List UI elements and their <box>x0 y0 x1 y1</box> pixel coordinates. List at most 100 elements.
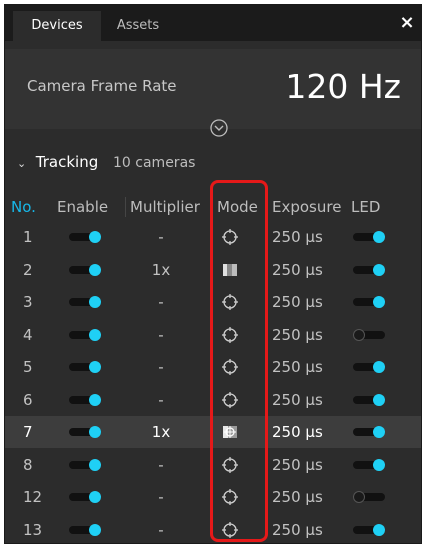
tracking-camera-count: 10 cameras <box>113 155 196 171</box>
mode-cell[interactable] <box>220 384 240 416</box>
tab-devices[interactable]: Devices <box>13 11 101 41</box>
enable-toggle[interactable] <box>69 296 101 308</box>
column-header-no[interactable]: No. <box>11 195 36 219</box>
toggle-knob <box>89 491 101 503</box>
enable-toggle[interactable] <box>69 393 101 406</box>
toggle-knob <box>89 426 101 438</box>
crosshair-icon[interactable] <box>221 358 239 376</box>
mode-cell[interactable] <box>220 449 240 481</box>
multiplier-value[interactable]: - <box>135 351 187 383</box>
crosshair-icon[interactable] <box>221 293 239 311</box>
exposure-value[interactable]: 250 µs <box>272 416 323 448</box>
multiplier-value[interactable]: 1x <box>135 254 187 286</box>
object-mode-icon[interactable] <box>221 423 239 441</box>
enable-toggle[interactable] <box>69 361 101 373</box>
camera-number: 3 <box>23 293 33 311</box>
toggle-knob <box>89 296 101 308</box>
chevron-down-icon[interactable]: ⌄ <box>17 153 31 175</box>
column-header-mode[interactable]: Mode <box>217 195 258 219</box>
column-header-exposure[interactable]: Exposure <box>272 195 341 219</box>
mode-cell[interactable] <box>220 286 240 318</box>
led-toggle[interactable] <box>353 458 385 471</box>
led-toggle[interactable] <box>353 426 385 438</box>
camera-row[interactable]: 4 - 250 µs <box>5 319 421 351</box>
multiplier-value[interactable]: - <box>135 449 187 481</box>
exposure-value[interactable]: 250 µs <box>272 221 323 253</box>
enable-toggle[interactable] <box>69 491 101 503</box>
camera-row[interactable]: 1 - 250 µs <box>5 221 421 253</box>
toggle-knob <box>89 393 101 406</box>
enable-toggle[interactable] <box>69 231 101 243</box>
led-toggle[interactable] <box>353 263 385 276</box>
led-toggle[interactable] <box>353 361 385 373</box>
mode-cell[interactable] <box>220 221 240 253</box>
exposure-value[interactable]: 250 µs <box>272 449 323 481</box>
multiplier-value[interactable]: - <box>135 481 187 513</box>
camera-row[interactable]: 7 1x 250 µs <box>5 416 421 448</box>
mode-cell[interactable] <box>220 319 240 351</box>
crosshair-icon[interactable] <box>221 456 239 474</box>
enable-toggle[interactable] <box>69 263 101 276</box>
toggle-knob <box>373 361 385 373</box>
exposure-value[interactable]: 250 µs <box>272 384 323 416</box>
tracking-label: Tracking <box>35 153 99 171</box>
expand-chevron-icon[interactable] <box>209 118 229 138</box>
devices-panel: Devices Assets × Camera Frame Rate 120 H… <box>4 4 422 544</box>
exposure-value[interactable]: 250 µs <box>272 514 323 544</box>
multiplier-value[interactable]: 1x <box>135 416 187 448</box>
mode-cell[interactable] <box>220 254 240 286</box>
enable-toggle[interactable] <box>69 426 101 438</box>
crosshair-icon[interactable] <box>221 228 239 246</box>
camera-number: 13 <box>23 520 43 539</box>
multiplier-value[interactable]: - <box>135 514 187 544</box>
exposure-value[interactable]: 250 µs <box>272 481 323 513</box>
mode-cell[interactable] <box>220 514 240 544</box>
led-toggle[interactable] <box>353 296 385 308</box>
camera-number: 6 <box>23 390 33 409</box>
camera-row[interactable]: 12 - 250 µs <box>5 481 421 513</box>
multiplier-value[interactable]: - <box>135 221 187 253</box>
camera-number: 2 <box>23 260 33 279</box>
toggle-knob <box>89 361 101 373</box>
exposure-value[interactable]: 250 µs <box>272 319 323 351</box>
tracking-group-header[interactable]: ⌄ Tracking 10 cameras <box>17 151 195 173</box>
multiplier-value[interactable]: - <box>135 319 187 351</box>
led-toggle[interactable] <box>353 491 385 503</box>
led-toggle[interactable] <box>353 523 385 536</box>
camera-row[interactable]: 5 - 250 µs <box>5 351 421 383</box>
crosshair-icon[interactable] <box>221 391 239 409</box>
led-toggle[interactable] <box>353 231 385 243</box>
camera-row[interactable]: 8 - 250 µs <box>5 449 421 481</box>
column-header-multiplier[interactable]: Multiplier <box>130 195 200 219</box>
camera-frame-rate-value[interactable]: 120 Hz <box>285 67 401 106</box>
camera-row[interactable]: 3 - 250 µs <box>5 286 421 318</box>
camera-number: 7 <box>23 423 33 441</box>
camera-row[interactable]: 13 - 250 µs <box>5 514 421 544</box>
led-toggle[interactable] <box>353 393 385 406</box>
close-icon[interactable]: × <box>397 11 417 35</box>
exposure-value[interactable]: 250 µs <box>272 351 323 383</box>
camera-row[interactable]: 6 - 250 µs <box>5 384 421 416</box>
exposure-value[interactable]: 250 µs <box>272 254 323 286</box>
exposure-value[interactable]: 250 µs <box>272 286 323 318</box>
column-header-led[interactable]: LED <box>351 195 380 219</box>
enable-toggle[interactable] <box>69 523 101 536</box>
mode-cell[interactable] <box>220 351 240 383</box>
crosshair-icon[interactable] <box>221 488 239 506</box>
tab-assets[interactable]: Assets <box>105 11 171 41</box>
crosshair-icon[interactable] <box>221 326 239 344</box>
camera-number: 4 <box>23 325 33 344</box>
crosshair-icon[interactable] <box>221 521 239 539</box>
multiplier-value[interactable]: - <box>135 286 187 318</box>
column-divider <box>125 197 126 217</box>
column-header-enable[interactable]: Enable <box>57 195 108 219</box>
enable-toggle[interactable] <box>69 328 101 341</box>
toggle-knob <box>373 523 385 536</box>
mode-cell[interactable] <box>220 416 240 448</box>
enable-toggle[interactable] <box>69 458 101 471</box>
grayscale-icon[interactable] <box>221 261 239 279</box>
mode-cell[interactable] <box>220 481 240 513</box>
multiplier-value[interactable]: - <box>135 384 187 416</box>
camera-row[interactable]: 2 1x 250 µs <box>5 254 421 286</box>
led-toggle[interactable] <box>353 328 385 341</box>
